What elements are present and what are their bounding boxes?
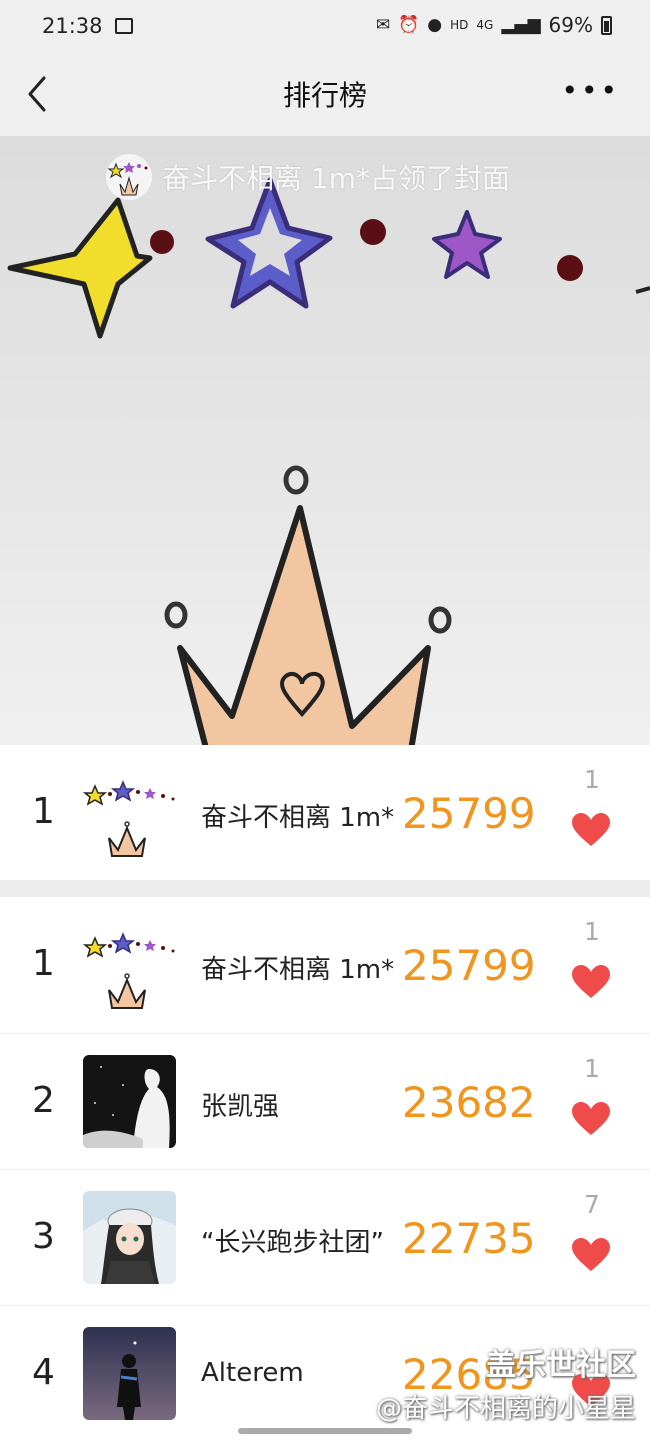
like-count: 1 <box>584 765 600 794</box>
nav-bar: 排行榜 ••• <box>0 56 650 136</box>
rank-number: 1 <box>32 943 55 984</box>
watermark-logo-text: 盖乐世社区 <box>486 1348 636 1383</box>
image-notification-icon <box>115 18 133 34</box>
avatar <box>106 154 152 200</box>
step-count: 22735 <box>402 1214 536 1263</box>
watermark-author: @奋斗不相离的小星星 <box>375 1394 636 1424</box>
dot-icon <box>360 219 386 245</box>
table-row[interactable]: 3 “长兴跑步社团” 22735 7 <box>0 1169 650 1306</box>
heart-icon[interactable] <box>572 1238 610 1272</box>
message-icon: ✉ <box>375 15 391 35</box>
status-bar: 21:38 ✉ ⏰ ● HD 4G ▂▄▆ 69% <box>0 0 650 56</box>
avatar[interactable] <box>83 1055 176 1148</box>
my-rank-row[interactable]: 1 奋斗不相离 1m* 25799 1 <box>0 745 650 881</box>
yellow-star-icon <box>7 197 153 339</box>
rank-number: 2 <box>32 1080 55 1121</box>
table-row[interactable]: 1 奋斗不相离 1m* 25799 1 <box>0 897 650 1033</box>
user-name: 奋斗不相离 1m* <box>201 955 395 985</box>
like-count: 1 <box>584 917 600 946</box>
rank-number: 4 <box>32 1352 55 1393</box>
avatar[interactable] <box>83 1327 176 1420</box>
section-divider <box>0 880 650 897</box>
heart-icon[interactable] <box>572 813 610 847</box>
alarm-icon: ⏰ <box>398 15 420 35</box>
cover-banner: 奋斗不相离 1m*占领了封面 <box>106 154 510 200</box>
rank-number: 3 <box>32 1216 55 1257</box>
step-count: 25799 <box>402 941 536 990</box>
hd-label: HD <box>450 18 469 32</box>
user-name: “长兴跑步社团” <box>201 1228 384 1258</box>
user-name: 张凯强 <box>201 1092 280 1122</box>
crown-jewel-icon <box>283 465 309 495</box>
like-count: 1 <box>584 1054 600 1083</box>
cover-image[interactable]: 奋斗不相离 1m*占领了封面 <box>0 136 650 745</box>
status-time: 21:38 <box>42 14 103 38</box>
step-count: 25799 <box>402 789 536 838</box>
battery-icon <box>601 15 612 35</box>
cover-art <box>7 177 650 745</box>
heart-icon[interactable] <box>572 1102 610 1136</box>
rank-number: 1 <box>32 791 55 832</box>
user-name: Alterem <box>201 1358 304 1388</box>
crown-jewel-icon <box>164 601 188 629</box>
crown-jewel-icon <box>428 606 452 634</box>
table-row[interactable]: 2 张凯强 23682 1 <box>0 1033 650 1170</box>
purple-star-icon <box>432 210 502 279</box>
avatar[interactable] <box>83 918 176 1011</box>
user-name: 奋斗不相离 1m* <box>201 803 395 833</box>
more-button[interactable]: ••• <box>561 77 620 105</box>
home-indicator[interactable] <box>238 1428 412 1434</box>
heart-icon[interactable] <box>572 965 610 999</box>
location-icon: ● <box>427 15 443 35</box>
more-horizontal-icon: ••• <box>561 74 620 107</box>
like-count: 7 <box>584 1190 600 1219</box>
avatar[interactable] <box>83 1191 176 1284</box>
signal-icon: ▂▄▆ <box>501 15 541 35</box>
step-count: 23682 <box>402 1078 536 1127</box>
dot-icon <box>150 230 174 254</box>
cover-banner-text: 奋斗不相离 1m*占领了封面 <box>162 162 510 195</box>
page-title: 排行榜 <box>282 79 367 112</box>
dot-icon <box>557 255 583 281</box>
avatar[interactable] <box>83 766 176 859</box>
network-label: 4G <box>476 18 494 32</box>
status-icons: ✉ ⏰ ● HD 4G ▂▄▆ 69% <box>376 13 612 37</box>
battery-percent: 69% <box>548 13 593 37</box>
